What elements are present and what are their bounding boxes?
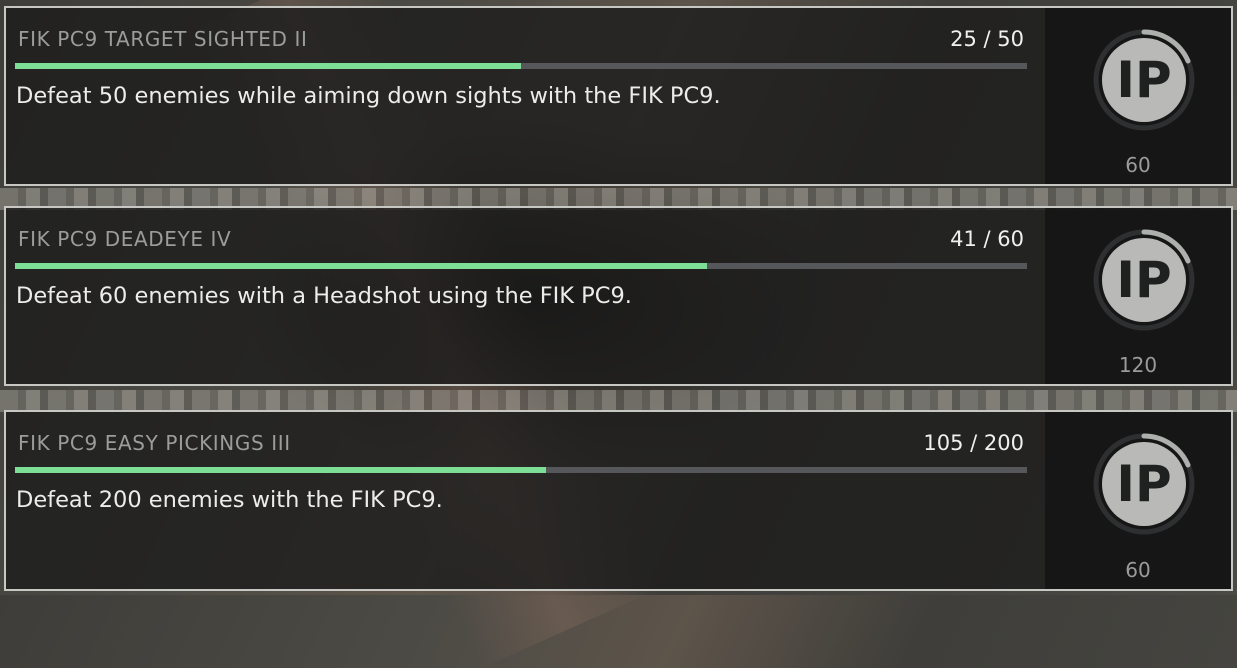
progress-bar [15,63,1027,69]
challenge-title: FIK PC9 DEADEYE IV [18,227,232,251]
challenge-card[interactable]: FIK PC9 EASY PICKINGS III 105 / 200 Defe… [4,410,1233,591]
ip-badge-label: IP [1116,251,1171,309]
challenge-progress-count: 25 / 50 [950,27,1024,51]
challenge-title: FIK PC9 EASY PICKINGS III [18,431,291,455]
ip-points-icon: IP [1093,29,1195,131]
background-texture-strip [0,390,1237,412]
reward-panel: IP 120 [1045,208,1231,384]
reward-amount: 120 [1118,353,1158,377]
reward-panel: IP 60 [1045,412,1231,589]
progress-bar-fill [15,63,521,69]
challenge-title: FIK PC9 TARGET SIGHTED II [18,27,308,51]
challenge-description: Defeat 50 enemies while aiming down sigh… [16,83,721,109]
ip-points-icon: IP [1093,433,1195,535]
ip-points-icon: IP [1093,229,1195,331]
challenge-card[interactable]: FIK PC9 TARGET SIGHTED II 25 / 50 Defeat… [4,6,1233,186]
reward-panel: IP 60 [1045,8,1231,184]
challenge-description: Defeat 60 enemies with a Headshot using … [16,283,632,309]
ip-badge-label: IP [1116,51,1171,109]
reward-amount: 60 [1125,153,1151,177]
challenge-progress-count: 41 / 60 [950,227,1024,251]
challenge-progress-count: 105 / 200 [923,431,1024,455]
progress-bar-fill [15,467,547,473]
progress-bar [15,263,1027,269]
challenge-description: Defeat 200 enemies with the FIK PC9. [16,487,443,513]
challenge-card[interactable]: FIK PC9 DEADEYE IV 41 / 60 Defeat 60 ene… [4,206,1233,386]
reward-amount: 60 [1125,558,1151,582]
progress-bar [15,467,1027,473]
progress-bar-fill [15,263,707,269]
ip-badge-label: IP [1116,455,1171,513]
